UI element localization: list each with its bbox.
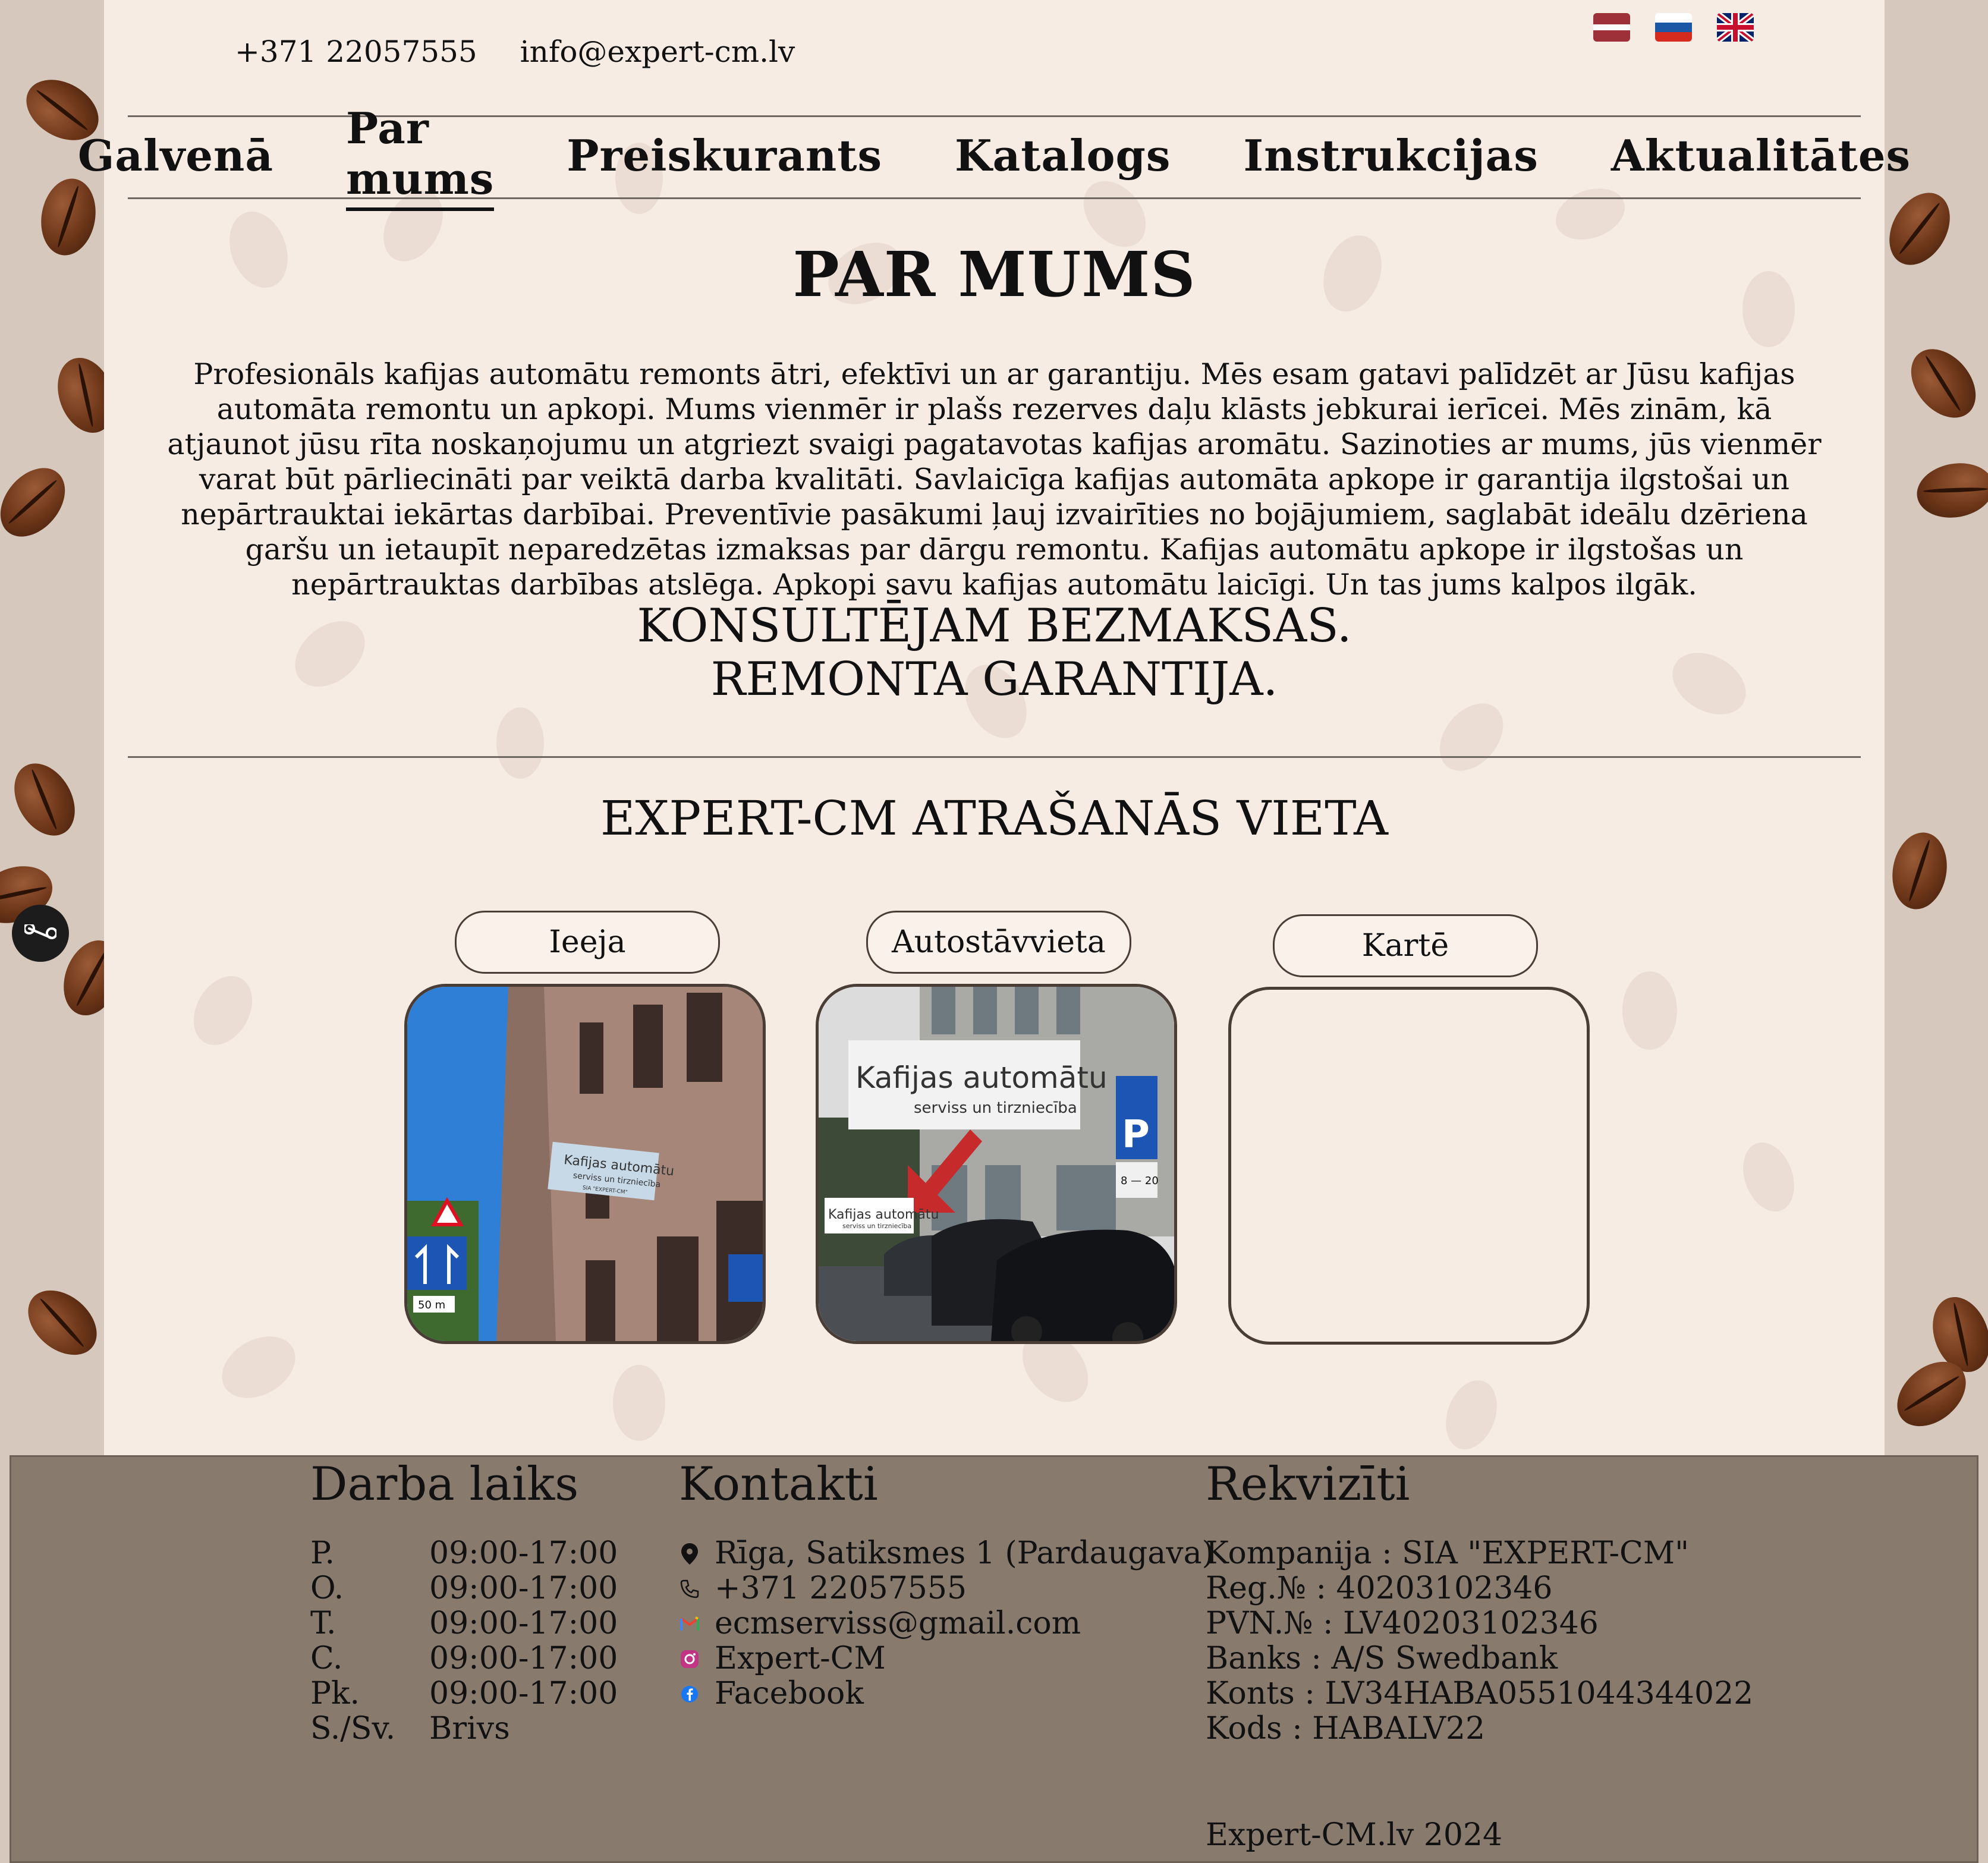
- parking-small-sign-line-2: serviss un tirzniecība: [842, 1222, 911, 1230]
- contact-address: Rīga, Satiksmes 1 (Pardaugava): [679, 1536, 1214, 1571]
- contact-address-text: Rīga, Satiksmes 1 (Pardaugava): [715, 1535, 1214, 1571]
- requisite-reg: Reg.№ : 40203102346: [1206, 1571, 1553, 1606]
- slogan: KONSULTĒJAM BEZMAKSAS. REMONTA GARANTIJA…: [104, 599, 1885, 706]
- hours-time: 09:00-17:00: [429, 1641, 618, 1676]
- coffee-bean-decoration: [1886, 828, 1953, 914]
- hours-day: O.: [310, 1571, 344, 1606]
- location-pin-icon: [679, 1543, 700, 1565]
- parking-banner-line-2: serviss un tirzniecība: [914, 1099, 1077, 1117]
- hours-row: S./Sv. Brivs: [310, 1711, 618, 1746]
- russia-flag-icon[interactable]: [1655, 13, 1692, 42]
- nav-item-par-mums[interactable]: Par mums: [346, 103, 495, 211]
- hours-row: C. 09:00-17:00: [310, 1641, 618, 1676]
- nav-item-katalogs[interactable]: Katalogs: [955, 130, 1171, 184]
- contact-facebook[interactable]: Facebook: [679, 1676, 1214, 1711]
- nav-bottom-divider: [128, 197, 1861, 199]
- hours-title: Darba laiks: [310, 1458, 579, 1511]
- hours-day: Pk.: [310, 1676, 360, 1711]
- requisite-account: Konts : LV34HABA0551044344022: [1206, 1676, 1754, 1711]
- requisite-company: Kompanija : SIA "EXPERT-CM": [1206, 1535, 1690, 1571]
- coffee-bean-decoration: [0, 455, 78, 549]
- contact-phone[interactable]: +371 22057555: [679, 1571, 1214, 1606]
- requisites-title: Rekvizīti: [1206, 1458, 1410, 1511]
- coffee-bean-decoration: [1877, 182, 1962, 276]
- hours-day: C.: [310, 1641, 343, 1676]
- contact-topbar: +371 22057555 info@expert-cm.lv: [235, 34, 828, 69]
- hours-time: 09:00-17:00: [429, 1606, 618, 1641]
- coffee-bean-decoration: [1898, 336, 1988, 430]
- parking-sign-hours: 8 — 20: [1121, 1175, 1159, 1187]
- contact-email-text[interactable]: ecmserviss@gmail.com: [715, 1606, 1081, 1641]
- parking-photo[interactable]: Kafijas automātu serviss un tirzniecība …: [816, 984, 1177, 1344]
- phone-icon: [679, 1578, 700, 1600]
- header-email[interactable]: info@expert-cm.lv: [520, 34, 795, 69]
- parking-label-button[interactable]: Autostāvvieta: [866, 911, 1131, 974]
- hours-time: 09:00-17:00: [429, 1571, 618, 1606]
- latvia-flag-icon[interactable]: [1593, 13, 1630, 42]
- nav-item-instrukcijas[interactable]: Instrukcijas: [1243, 130, 1538, 184]
- section-divider: [128, 756, 1861, 758]
- coffee-bean-decoration: [1912, 457, 1988, 524]
- hours-day: S./Sv.: [310, 1711, 396, 1746]
- contact-email[interactable]: ecmserviss@gmail.com: [679, 1606, 1214, 1641]
- requisite-bank: Banks : A/S Swedbank: [1206, 1641, 1558, 1676]
- slogan-line-1: KONSULTĒJAM BEZMAKSAS.: [637, 599, 1352, 653]
- contact-instagram-text[interactable]: Expert-CM: [715, 1641, 886, 1676]
- requisite-vat: PVN.№ : LV40203102346: [1206, 1606, 1599, 1641]
- nav-item-galvena[interactable]: Galvenā: [78, 130, 273, 184]
- hours-row: P. 09:00-17:00: [310, 1536, 618, 1571]
- location-title: EXPERT-CM ATRAŠANĀS VIETA: [600, 791, 1388, 846]
- main-navigation: Galvenā Par mums Preiskurants Katalogs I…: [78, 103, 1910, 211]
- language-switcher: [1593, 13, 1754, 42]
- parking-banner-line-1: Kafijas automātu: [855, 1060, 1108, 1095]
- intro-paragraph: Profesionāls kafijas automātu remonts āt…: [167, 357, 1822, 602]
- contact-phone-text[interactable]: +371 22057555: [715, 1571, 967, 1606]
- coffee-bean-decoration: [35, 174, 102, 260]
- nav-item-preiskurants[interactable]: Preiskurants: [567, 130, 882, 184]
- entrance-photo[interactable]: Kafijas automātu serviss un tirzniecība …: [404, 984, 766, 1344]
- parking-sign-letter: P: [1122, 1113, 1150, 1157]
- facebook-icon: [679, 1683, 700, 1705]
- requisite-code: Kods : HABALV22: [1206, 1711, 1486, 1746]
- contacts-title: Kontakti: [679, 1458, 878, 1511]
- uk-flag-icon[interactable]: [1717, 13, 1754, 42]
- nav-item-aktualitates[interactable]: Aktualitātes: [1611, 130, 1911, 184]
- hours-row: Pk. 09:00-17:00: [310, 1676, 618, 1711]
- chat-widget-button[interactable]: [12, 905, 69, 962]
- hours-row: T. 09:00-17:00: [310, 1606, 618, 1641]
- map-frame[interactable]: [1228, 987, 1590, 1345]
- hours-time: 09:00-17:00: [429, 1535, 618, 1571]
- hours-day: P.: [310, 1535, 335, 1571]
- hours-day: T.: [310, 1606, 336, 1641]
- contact-facebook-text[interactable]: Facebook: [715, 1676, 864, 1711]
- instagram-icon: [679, 1648, 700, 1670]
- hours-list: P. 09:00-17:00 O. 09:00-17:00 T. 09:00-17:0…: [310, 1536, 618, 1746]
- coffee-bean-decoration: [15, 1277, 109, 1368]
- road-sign-distance: 50 m: [418, 1299, 445, 1311]
- gmail-icon: [679, 1613, 700, 1635]
- infinity-icon: [24, 924, 56, 939]
- contacts-list: Rīga, Satiksmes 1 (Pardaugava) +371 2205…: [679, 1536, 1214, 1711]
- header-phone[interactable]: +371 22057555: [235, 34, 477, 69]
- slogan-line-2: REMONTA GARANTIJA.: [710, 653, 1278, 706]
- page-title: PAR MUMS: [792, 238, 1196, 311]
- parking-small-sign-line-1: Kafijas automātu: [828, 1207, 939, 1222]
- map-label-button[interactable]: Kartē: [1273, 914, 1538, 977]
- requisites-list: Kompanija : SIA "EXPERT-CM" Reg.№ : 4020…: [1206, 1536, 1753, 1746]
- contact-instagram[interactable]: Expert-CM: [679, 1641, 1214, 1676]
- hours-time: 09:00-17:00: [429, 1676, 618, 1711]
- entrance-label-button[interactable]: Ieeja: [455, 911, 720, 974]
- page-content: +371 22057555 info@expert-cm.lv Galvenā …: [78, 0, 1910, 1456]
- hours-time: Brivs: [429, 1711, 510, 1746]
- hours-row: O. 09:00-17:00: [310, 1571, 618, 1606]
- coffee-bean-decoration: [2, 753, 87, 846]
- copyright: Expert-CM.lv 2024: [1206, 1817, 1503, 1853]
